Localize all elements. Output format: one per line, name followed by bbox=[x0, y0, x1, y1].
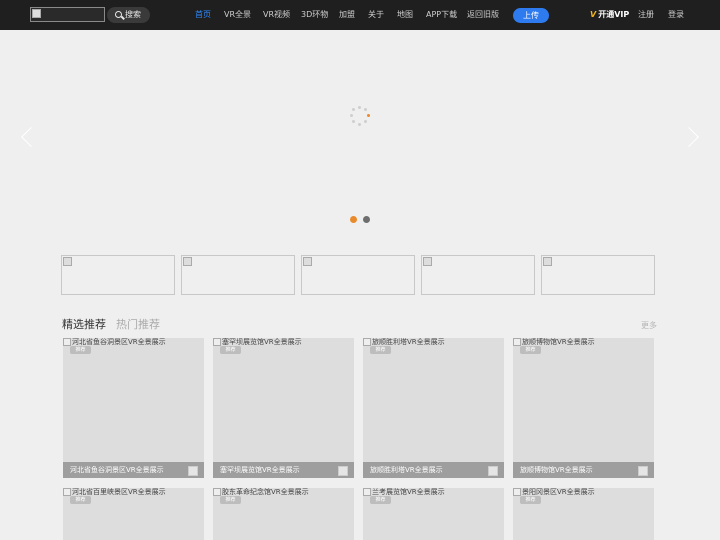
more-link[interactable]: 更多 bbox=[641, 321, 657, 331]
banner-thumb-4[interactable] bbox=[421, 255, 535, 295]
site-logo[interactable] bbox=[30, 7, 105, 22]
card-title: 旅顺胜利塔VR全景展示 bbox=[363, 462, 504, 478]
broken-image-icon bbox=[63, 338, 71, 346]
top-navbar: 搜索 首页 VR全景 VR视频 3D环物 加盟 关于 地图 APP下载 返回旧版… bbox=[0, 0, 720, 30]
banner-carousel bbox=[0, 30, 720, 243]
search-label: 搜索 bbox=[125, 10, 141, 19]
card-tag: 推荐 bbox=[70, 346, 91, 354]
card-image-alt: 河北省鱼谷洞景区VR全景展示 bbox=[72, 338, 166, 346]
broken-image-icon bbox=[32, 9, 41, 18]
card-image-alt: 河北省百里峡景区VR全景展示 bbox=[72, 488, 166, 496]
loading-spinner-icon bbox=[350, 106, 370, 126]
card-tag: 推荐 bbox=[220, 346, 241, 354]
card-tag: 推荐 bbox=[370, 346, 391, 354]
panorama-card[interactable]: 塞罕坝展览馆VR全景展示 推荐 塞罕坝展览馆VR全景展示 bbox=[213, 338, 354, 478]
panorama-card[interactable]: 胶东革命纪念馆VR全景展示 推荐 bbox=[213, 488, 354, 540]
nav-about[interactable]: 关于 bbox=[368, 9, 384, 21]
broken-image-icon bbox=[513, 488, 521, 496]
login-link[interactable]: 登录 bbox=[668, 9, 684, 21]
card-title: 塞罕坝展览馆VR全景展示 bbox=[213, 462, 354, 478]
panorama-card[interactable]: 旅顺胜利塔VR全景展示 推荐 旅顺胜利塔VR全景展示 bbox=[363, 338, 504, 478]
nav-vr-panorama[interactable]: VR全景 bbox=[224, 9, 251, 21]
broken-image-icon bbox=[303, 257, 312, 266]
card-tag: 推荐 bbox=[520, 496, 541, 504]
card-image-alt: 塞罕坝展览馆VR全景展示 bbox=[222, 338, 302, 346]
card-image-alt: 旅顺胜利塔VR全景展示 bbox=[372, 338, 445, 346]
panorama-card[interactable]: 兰考展览馆VR全景展示 推荐 bbox=[363, 488, 504, 540]
broken-image-icon bbox=[63, 257, 72, 266]
nav-map[interactable]: 地图 bbox=[397, 9, 413, 21]
banner-thumb-3[interactable] bbox=[301, 255, 415, 295]
banner-thumb-2[interactable] bbox=[181, 255, 295, 295]
card-image-alt: 景阳冈景区VR全景展示 bbox=[522, 488, 595, 496]
vip-icon: V bbox=[590, 10, 597, 19]
author-avatar bbox=[638, 466, 648, 476]
search-icon bbox=[115, 11, 122, 18]
card-tag: 推荐 bbox=[370, 496, 391, 504]
card-title: 河北省鱼谷洞景区VR全景展示 bbox=[63, 462, 204, 478]
tab-featured[interactable]: 精选推荐 bbox=[62, 318, 106, 332]
broken-image-icon bbox=[183, 257, 192, 266]
card-image-alt: 兰考展览馆VR全景展示 bbox=[372, 488, 445, 496]
broken-image-icon bbox=[63, 488, 71, 496]
card-image-alt: 胶东革命纪念馆VR全景展示 bbox=[222, 488, 309, 496]
vip-link[interactable]: V 开通VIP bbox=[590, 9, 629, 21]
panorama-card[interactable]: 河北省鱼谷洞景区VR全景展示 推荐 河北省鱼谷洞景区VR全景展示 bbox=[63, 338, 204, 478]
register-link[interactable]: 注册 bbox=[638, 9, 654, 21]
author-avatar bbox=[188, 466, 198, 476]
broken-image-icon bbox=[363, 488, 371, 496]
card-image-alt: 旅顺博物馆VR全景展示 bbox=[522, 338, 595, 346]
vip-label: 开通VIP bbox=[598, 10, 630, 19]
nav-franchise[interactable]: 加盟 bbox=[339, 9, 355, 21]
banner-thumb-1[interactable] bbox=[61, 255, 175, 295]
card-title: 旅顺博物馆VR全景展示 bbox=[513, 462, 654, 478]
broken-image-icon bbox=[513, 338, 521, 346]
carousel-prev-arrow-icon[interactable] bbox=[21, 127, 41, 147]
nav-vr-video[interactable]: VR视频 bbox=[263, 9, 290, 21]
broken-image-icon bbox=[423, 257, 432, 266]
broken-image-icon bbox=[363, 338, 371, 346]
nav-3d-object[interactable]: 3D环物 bbox=[301, 9, 328, 21]
panorama-card[interactable]: 河北省百里峡景区VR全景展示 推荐 bbox=[63, 488, 204, 540]
panorama-card[interactable]: 旅顺博物馆VR全景展示 推荐 旅顺博物馆VR全景展示 bbox=[513, 338, 654, 478]
carousel-dot-1[interactable] bbox=[350, 216, 357, 223]
author-avatar bbox=[488, 466, 498, 476]
broken-image-icon bbox=[213, 488, 221, 496]
card-tag: 推荐 bbox=[520, 346, 541, 354]
nav-home[interactable]: 首页 bbox=[195, 9, 211, 21]
broken-image-icon bbox=[543, 257, 552, 266]
card-tag: 推荐 bbox=[70, 496, 91, 504]
panorama-card[interactable]: 景阳冈景区VR全景展示 推荐 bbox=[513, 488, 654, 540]
banner-thumb-5[interactable] bbox=[541, 255, 655, 295]
author-avatar bbox=[338, 466, 348, 476]
search-button[interactable]: 搜索 bbox=[107, 7, 150, 23]
card-tag: 推荐 bbox=[220, 496, 241, 504]
nav-back-old-version[interactable]: 返回旧版 bbox=[467, 9, 499, 21]
carousel-next-arrow-icon[interactable] bbox=[679, 127, 699, 147]
upload-button[interactable]: 上传 bbox=[513, 8, 549, 23]
broken-image-icon bbox=[213, 338, 221, 346]
carousel-dot-2[interactable] bbox=[363, 216, 370, 223]
tab-popular[interactable]: 热门推荐 bbox=[116, 318, 160, 332]
nav-app-download[interactable]: APP下载 bbox=[426, 9, 457, 21]
